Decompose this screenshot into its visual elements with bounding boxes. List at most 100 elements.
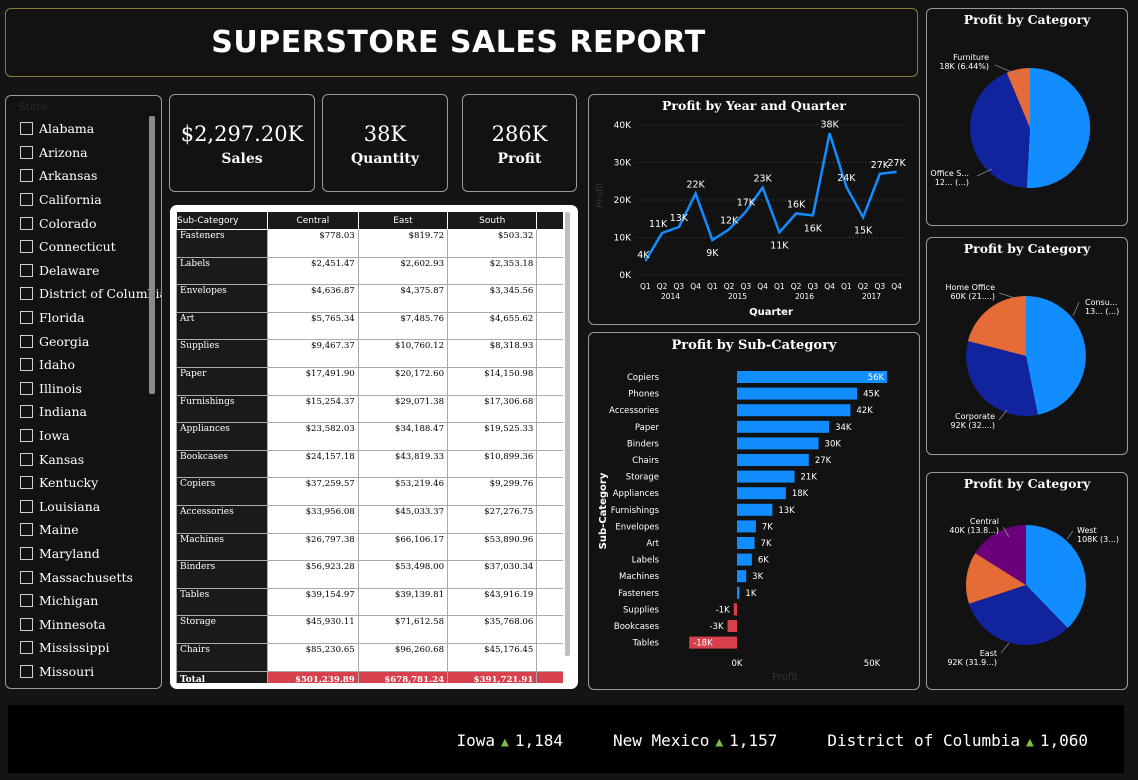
pie-slice[interactable] bbox=[1026, 67, 1091, 188]
checkbox[interactable] bbox=[20, 216, 33, 230]
bar[interactable] bbox=[737, 404, 851, 417]
state-slicer[interactable]: State Alabama Arizona Arkansas California Co… bbox=[5, 95, 162, 689]
slicer-scrollbar[interactable] bbox=[149, 116, 155, 394]
bar[interactable] bbox=[737, 520, 756, 533]
checkbox[interactable] bbox=[20, 546, 33, 560]
checkbox[interactable] bbox=[20, 594, 33, 608]
checkbox[interactable] bbox=[20, 570, 33, 584]
matrix-row: Accessories $33,956.08 $45,033.37 $27,276.7… bbox=[176, 504, 563, 534]
bar[interactable] bbox=[737, 570, 747, 583]
checkbox[interactable] bbox=[20, 145, 33, 159]
matrix-cell: $4,636.87 bbox=[266, 284, 359, 313]
checkbox[interactable] bbox=[20, 263, 33, 277]
state-item[interactable]: Florida bbox=[20, 306, 161, 330]
bar[interactable] bbox=[737, 503, 773, 516]
state-label: Massachusetts bbox=[39, 569, 133, 585]
ticker-state: District of Columbia bbox=[827, 731, 1020, 750]
bar[interactable] bbox=[737, 454, 809, 466]
bar[interactable] bbox=[737, 371, 888, 383]
bar-chart[interactable]: Copiers 56K Phones 45K Accessories 42K Paper 34… bbox=[589, 333, 919, 689]
ticker-item: New Mexico ▲ 1,157 bbox=[613, 731, 777, 750]
state-item[interactable]: Connecticut bbox=[20, 235, 161, 259]
column-header[interactable]: Sub-Category bbox=[176, 211, 268, 230]
state-item[interactable]: Indiana bbox=[20, 400, 161, 424]
bar[interactable] bbox=[737, 437, 819, 450]
matrix-cell: $53,219.46 bbox=[357, 477, 449, 506]
state-item[interactable]: Maryland bbox=[20, 542, 161, 566]
state-item[interactable]: California bbox=[20, 188, 161, 212]
checkbox[interactable] bbox=[20, 381, 33, 395]
matrix-scrollbar[interactable] bbox=[565, 212, 570, 656]
column-header[interactable]: East bbox=[357, 211, 449, 230]
state-item[interactable]: Arkansas bbox=[20, 164, 161, 188]
state-item[interactable]: Idaho bbox=[20, 353, 161, 377]
state-item[interactable]: Massachusetts bbox=[20, 565, 161, 589]
state-item[interactable]: Kansas bbox=[20, 447, 161, 471]
checkbox[interactable] bbox=[20, 311, 33, 325]
state-item[interactable]: Alabama bbox=[20, 117, 161, 141]
checkbox[interactable] bbox=[20, 429, 33, 443]
checkbox[interactable] bbox=[20, 664, 33, 678]
state-item[interactable]: Mississippi bbox=[20, 636, 161, 660]
bar[interactable] bbox=[737, 553, 752, 566]
checkbox[interactable] bbox=[20, 405, 33, 419]
bar[interactable] bbox=[727, 620, 737, 632]
checkbox[interactable] bbox=[20, 334, 33, 348]
checkbox[interactable] bbox=[20, 452, 33, 466]
quarter-tick: Q2 bbox=[724, 282, 735, 291]
state-item[interactable]: Maine bbox=[20, 518, 161, 542]
column-header[interactable]: Central bbox=[266, 211, 359, 230]
state-item[interactable]: Kentucky bbox=[20, 471, 161, 495]
column-header[interactable]: South bbox=[447, 211, 538, 230]
checkbox[interactable] bbox=[20, 476, 33, 490]
matrix-cell: $7,485.76 bbox=[357, 311, 449, 341]
matrix-cell: $2,353.18 bbox=[447, 256, 538, 286]
pie-chart-2[interactable]: Home Office60K (21....) Consu...13... (..… bbox=[927, 238, 1127, 454]
bar[interactable] bbox=[737, 420, 830, 433]
state-item[interactable]: Michigan bbox=[20, 589, 161, 613]
total-cell: $678,781.24 bbox=[357, 670, 449, 683]
data-label: 22K bbox=[686, 180, 705, 191]
slice-value-label: 18K (6.44%) bbox=[939, 62, 989, 71]
checkbox[interactable] bbox=[20, 169, 33, 183]
state-item[interactable]: Louisiana bbox=[20, 495, 161, 519]
pie-chart-3[interactable]: Central40K (13.8...) West108K (3...) East9… bbox=[927, 473, 1127, 689]
bar[interactable] bbox=[737, 470, 795, 483]
bar[interactable] bbox=[737, 586, 740, 599]
state-item[interactable]: Arizona bbox=[20, 141, 161, 165]
state-item[interactable]: Colorado bbox=[20, 211, 161, 235]
bar[interactable] bbox=[733, 603, 737, 616]
state-item[interactable]: Missouri bbox=[20, 660, 161, 684]
column-header[interactable]: West bbox=[536, 211, 563, 230]
pie-chart-1[interactable]: Furniture18K (6.44%) Office S...12... (..… bbox=[927, 9, 1127, 225]
bar-value-label: 27K bbox=[815, 456, 832, 466]
line-chart[interactable]: 0K 10K 20K 30K 40K Profit 4K Q1 11K Q2 13K Q3 22K Q4 9… bbox=[589, 95, 919, 324]
checkbox[interactable] bbox=[20, 122, 33, 136]
row-header: Art bbox=[176, 311, 268, 341]
checkbox[interactable] bbox=[20, 193, 33, 207]
leader-line bbox=[1066, 530, 1074, 540]
up-arrow-icon: ▲ bbox=[1026, 735, 1034, 750]
checkbox[interactable] bbox=[20, 617, 33, 631]
pie-slice[interactable] bbox=[1026, 296, 1086, 415]
checkbox[interactable] bbox=[20, 499, 33, 513]
bar[interactable] bbox=[737, 387, 858, 400]
state-item[interactable]: Delaware bbox=[20, 259, 161, 283]
matrix-row: Bookcases$24,157.18$43,819.33$10,899.36$… bbox=[176, 449, 563, 479]
checkbox[interactable] bbox=[20, 287, 33, 301]
checkbox[interactable] bbox=[20, 523, 33, 537]
state-item[interactable]: Minnesota bbox=[20, 612, 161, 636]
state-item[interactable]: Iowa bbox=[20, 424, 161, 448]
state-item[interactable]: Georgia bbox=[20, 329, 161, 353]
checkbox[interactable] bbox=[20, 240, 33, 254]
data-label: 4K bbox=[637, 250, 650, 261]
state-item[interactable]: Illinois bbox=[20, 377, 161, 401]
state-item[interactable]: District of Columbia bbox=[20, 282, 161, 306]
bar[interactable] bbox=[737, 537, 755, 549]
matrix-cell: $23,582.03 bbox=[266, 422, 359, 451]
bar[interactable] bbox=[737, 487, 786, 500]
category-label: Copiers bbox=[627, 373, 660, 383]
checkbox[interactable] bbox=[20, 358, 33, 372]
x-axis-label: Quarter bbox=[749, 307, 793, 318]
checkbox[interactable] bbox=[20, 641, 33, 655]
